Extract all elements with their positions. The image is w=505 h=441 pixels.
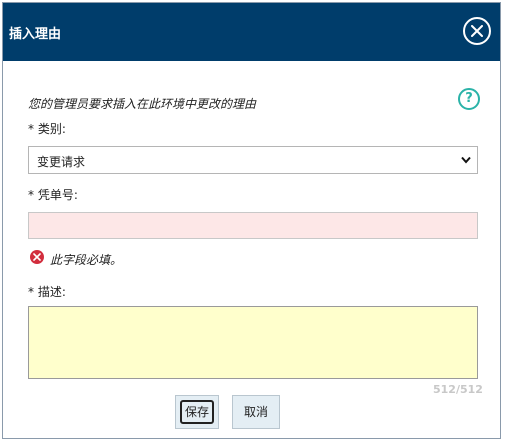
category-label: * 类别: — [28, 122, 66, 136]
dialog-title: 插入理由 — [9, 27, 62, 42]
chevron-down-icon — [461, 156, 471, 164]
ticket-label: * 凭单号: — [28, 188, 78, 202]
instruction-text: 您的管理员要求插入在此环境中更改的理由 — [28, 97, 257, 111]
help-glyph: ? — [465, 91, 473, 106]
category-select[interactable]: 变更请求 — [28, 146, 478, 174]
category-select-value: 变更请求 — [37, 155, 86, 169]
error-message: 此字段必填。 — [50, 253, 123, 267]
help-icon[interactable]: ? — [458, 88, 480, 110]
save-button-focus-ring: 保存 — [180, 400, 214, 424]
cancel-button[interactable]: 取消 — [232, 395, 280, 429]
error-icon — [30, 250, 44, 264]
description-label: * 描述: — [28, 285, 66, 299]
close-icon — [471, 25, 483, 37]
character-counter: 512/512 — [433, 383, 483, 396]
dialog-titlebar: 插入理由 — [3, 3, 500, 61]
ticket-number-input[interactable] — [28, 212, 478, 239]
description-textarea[interactable] — [28, 306, 478, 379]
save-button-label: 保存 — [184, 405, 209, 419]
cancel-button-label: 取消 — [243, 405, 268, 419]
close-button[interactable] — [463, 17, 491, 45]
insert-reason-dialog: 插入理由 您的管理员要求插入在此环境中更改的理由 ? * 类别: 变更请求 * … — [2, 2, 501, 439]
save-button[interactable]: 保存 — [175, 395, 219, 429]
